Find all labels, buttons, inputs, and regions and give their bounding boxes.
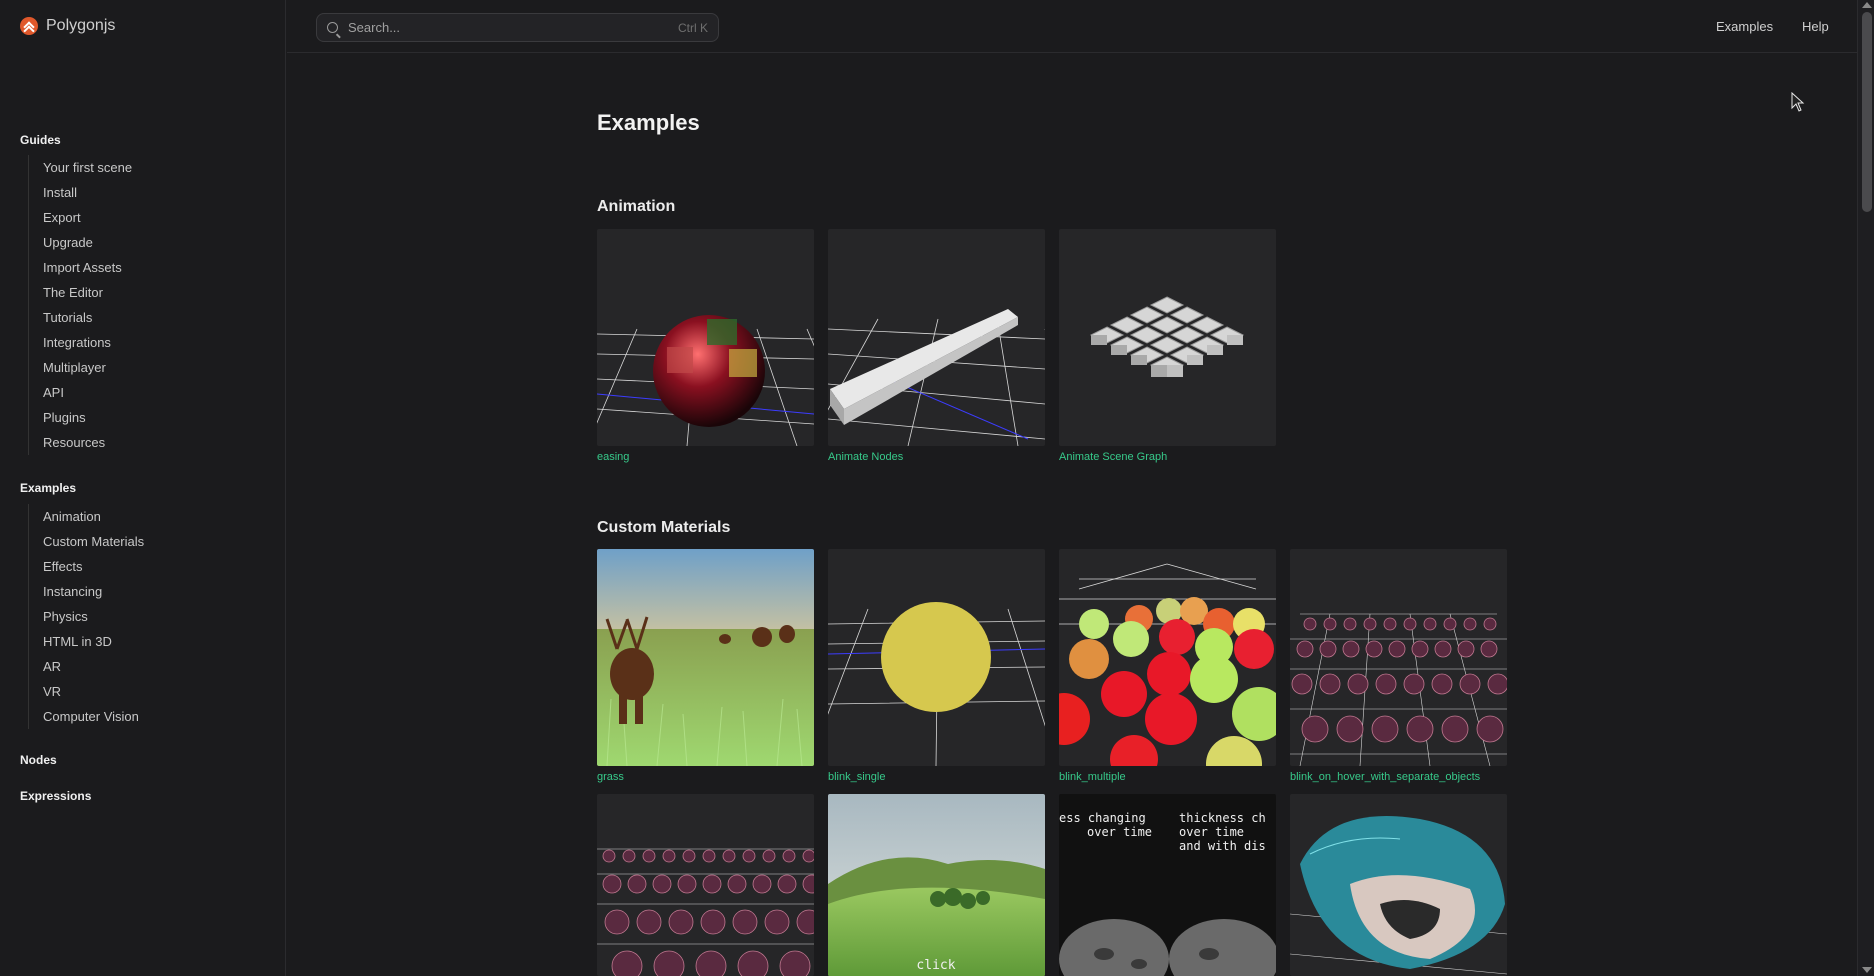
example-card-label: easing [597,451,630,463]
sidebar-item-api[interactable]: API [43,380,132,405]
sidebar-item-computer-vision[interactable]: Computer Vision [43,704,144,729]
example-card-blink-single[interactable]: blink_single [828,549,1045,783]
sidebar-item-upgrade[interactable]: Upgrade [43,230,132,255]
scroll-down-arrow-icon[interactable] [1862,967,1872,973]
sidebar: Polygonjs Guides Your first scene Instal… [0,0,286,976]
example-card-partial-1[interactable] [597,794,814,976]
example-card-partial-4[interactable] [1290,794,1507,976]
sidebar-item-export[interactable]: Export [43,205,132,230]
sidebar-item-import-assets[interactable]: Import Assets [43,255,132,280]
sidebar-item-tutorials[interactable]: Tutorials [43,305,132,330]
example-thumbnail [1290,549,1507,766]
sidebar-item-instancing[interactable]: Instancing [43,579,144,604]
search-shortcut: Ctrl K [678,20,708,35]
sidebar-guides-list: Your first scene Install Export Upgrade … [28,155,132,455]
overlay-text-right-2: over time [1179,825,1244,839]
sidebar-examples-list: Animation Custom Materials Effects Insta… [28,504,144,729]
example-card-animate-nodes[interactable]: Animate Nodes [828,229,1045,463]
overlay-text-right-3: and with dis [1179,839,1266,853]
sidebar-item-integrations[interactable]: Integrations [43,330,132,355]
example-thumbnail [597,794,814,976]
search-icon [327,22,338,33]
overlay-text-left-1: ess changing [1059,811,1146,825]
overlay-text-left-2: over time [1087,825,1152,839]
example-card-partial-3[interactable]: ess changing over time thickness ch over… [1059,794,1276,976]
sidebar-section-expressions[interactable]: Expressions [20,789,91,803]
sidebar-item-html-in-3d[interactable]: HTML in 3D [43,629,144,654]
sidebar-item-ar[interactable]: AR [43,654,144,679]
example-thumbnail [1290,794,1507,976]
example-thumbnail [597,229,814,446]
sidebar-item-your-first-scene[interactable]: Your first scene [43,155,132,180]
example-card-partial-2[interactable]: click [828,794,1045,976]
example-thumbnail [828,229,1045,446]
sidebar-section-guides[interactable]: Guides [20,133,61,147]
page-title: Examples [597,110,700,135]
mouse-cursor-icon [1791,92,1805,112]
sidebar-item-physics[interactable]: Physics [43,604,144,629]
section-title-custom-materials: Custom Materials [597,519,731,536]
example-card-label: Animate Scene Graph [1059,451,1168,463]
top-nav-examples[interactable]: Examples [1716,19,1773,34]
search-input[interactable]: Search... Ctrl K [316,13,719,42]
example-thumbnail: click [828,794,1045,976]
sidebar-item-effects[interactable]: Effects [43,554,144,579]
search-placeholder: Search... [348,20,401,35]
top-bar: Search... Ctrl K Examples Help [287,0,1857,53]
example-thumbnail [1059,229,1276,446]
example-thumbnail [1059,549,1276,766]
example-thumbnail [597,549,814,766]
example-card-label: blink_multiple [1059,771,1126,783]
polygonjs-logo-icon [20,17,38,35]
vertical-scrollbar[interactable] [1857,0,1874,976]
example-card-label: blink_on_hover_with_separate_objects [1290,771,1481,783]
scroll-up-arrow-icon[interactable] [1862,2,1872,8]
example-card-animate-scene-graph[interactable]: Animate Scene Graph [1059,229,1276,463]
sidebar-item-custom-materials[interactable]: Custom Materials [43,529,144,554]
sidebar-item-multiplayer[interactable]: Multiplayer [43,355,132,380]
example-card-label: blink_single [828,771,886,783]
example-card-blink-multiple[interactable]: blink_multiple [1059,549,1276,783]
example-card-grass[interactable]: grass [597,549,814,783]
example-card-blink-on-hover[interactable]: blink_on_hover_with_separate_objects [1290,549,1507,783]
sidebar-section-examples[interactable]: Examples [20,481,76,495]
example-card-label: Animate Nodes [828,451,904,463]
sidebar-item-resources[interactable]: Resources [43,430,132,455]
sidebar-item-plugins[interactable]: Plugins [43,405,132,430]
top-nav-help[interactable]: Help [1802,19,1829,34]
sidebar-item-vr[interactable]: VR [43,679,144,704]
example-card-easing[interactable]: easing [597,229,814,463]
sidebar-item-animation[interactable]: Animation [43,504,144,529]
scroll-thumb[interactable] [1862,12,1872,212]
brand-name: Polygonjs [46,17,116,34]
sidebar-item-the-editor[interactable]: The Editor [43,280,132,305]
click-overlay-text: click [916,958,955,973]
overlay-text-right-1: thickness ch [1179,811,1266,825]
example-thumbnail: ess changing over time thickness ch over… [1059,794,1276,976]
example-thumbnail [828,549,1045,766]
sidebar-item-install[interactable]: Install [43,180,132,205]
brand-link[interactable]: Polygonjs [20,17,115,35]
sidebar-section-nodes[interactable]: Nodes [20,753,57,767]
section-title-animation: Animation [597,198,676,215]
example-card-label: grass [597,771,624,783]
